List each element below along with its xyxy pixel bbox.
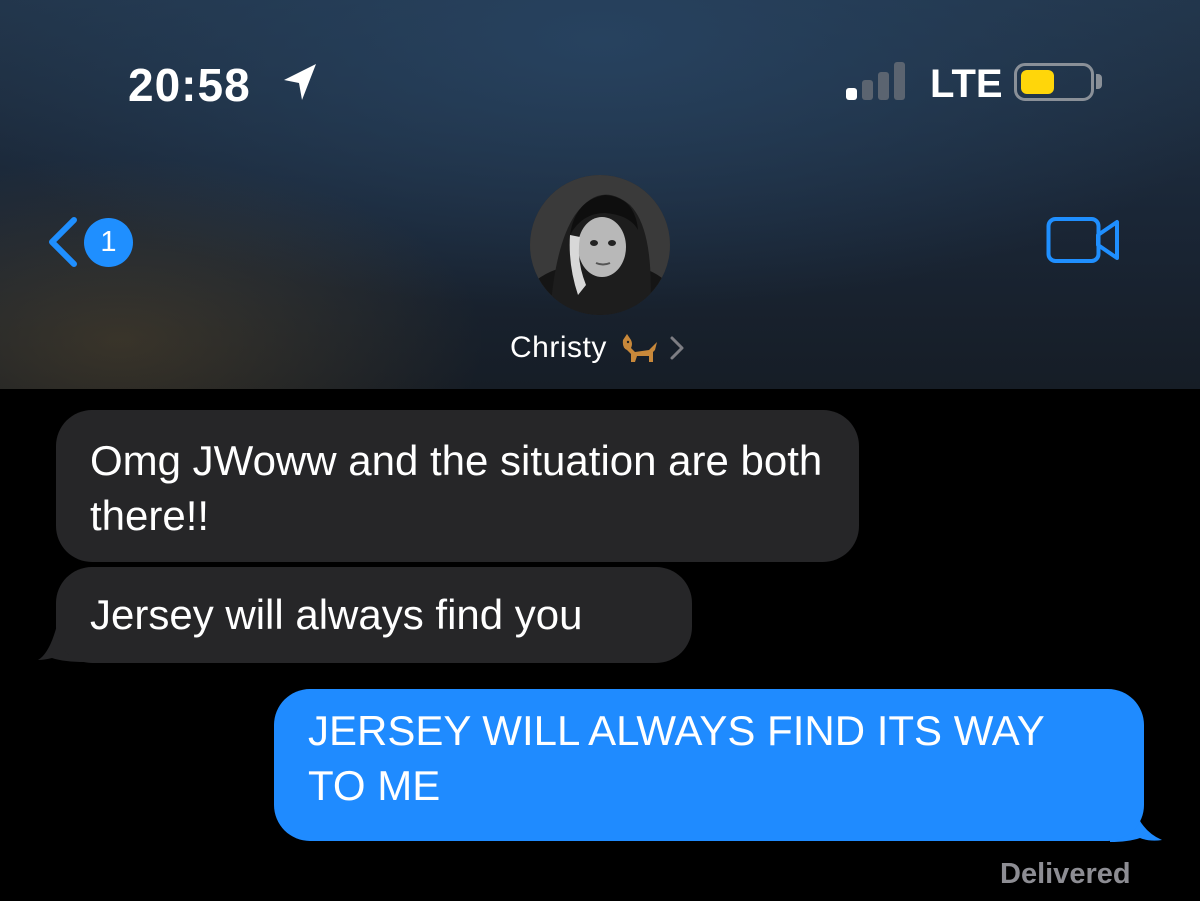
chevron-left-icon bbox=[49, 217, 77, 267]
battery-level bbox=[1021, 70, 1054, 94]
incoming-message-bubble[interactable]: Omg JWoww and the situation are both the… bbox=[56, 410, 859, 562]
dog-emoji-icon bbox=[622, 334, 657, 362]
video-call-button[interactable] bbox=[1046, 214, 1122, 264]
network-type-label: LTE bbox=[930, 62, 1003, 106]
incoming-message-bubble[interactable]: Jersey will always find you bbox=[56, 567, 692, 663]
location-arrow-icon bbox=[284, 64, 316, 100]
contact-avatar[interactable] bbox=[530, 175, 670, 315]
contact-name: Christy bbox=[510, 331, 607, 364]
delivery-status: Delivered bbox=[1000, 858, 1131, 890]
chevron-right-icon bbox=[670, 336, 684, 360]
outgoing-message-bubble[interactable]: JERSEY WILL ALWAYS FIND ITS WAY TO ME bbox=[274, 689, 1144, 841]
cellular-signal-icon bbox=[846, 62, 908, 100]
video-camera-icon bbox=[1046, 217, 1119, 263]
battery-icon bbox=[1014, 63, 1094, 101]
battery-cap bbox=[1096, 74, 1102, 89]
avatar-photo bbox=[530, 175, 670, 315]
back-button[interactable]: 1 bbox=[44, 214, 144, 272]
unread-count-badge: 1 bbox=[84, 218, 133, 267]
contact-name-row[interactable]: Christy bbox=[510, 328, 685, 368]
status-time: 20:58 bbox=[128, 59, 251, 111]
